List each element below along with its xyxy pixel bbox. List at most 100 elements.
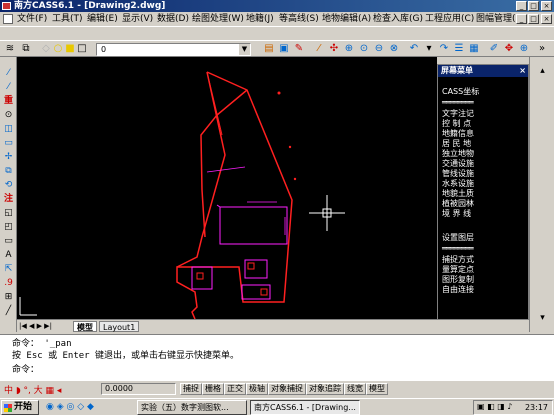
zoom-previous-icon[interactable]: ⊖: [373, 43, 385, 55]
screen-menu-item[interactable]: 管线设施: [442, 169, 474, 179]
screen-menu-item[interactable]: 境 界 线: [442, 209, 471, 219]
menu-engineering[interactable]: 工程应用(C): [425, 13, 474, 25]
layer-manager-icon[interactable]: ≋: [4, 43, 16, 55]
duplicate-icon[interactable]: 重: [2, 95, 15, 107]
circle-icon[interactable]: ⊙: [2, 109, 15, 121]
menu-contour[interactable]: 等高线(S): [279, 13, 319, 25]
taskbar-task-active[interactable]: 南方CASS6.1 - [Drawing...: [250, 400, 360, 415]
screen-menu-item[interactable]: 量算定点: [442, 265, 474, 275]
zoom-window-icon[interactable]: ⊙: [358, 43, 370, 55]
doc-close-button[interactable]: ×: [541, 14, 552, 24]
maximize-button[interactable]: □: [528, 1, 539, 11]
close-icon[interactable]: ×: [519, 65, 526, 77]
screen-menu-item[interactable]: 居 民 地: [442, 139, 471, 149]
screen-menu-item[interactable]: 地籍信息: [442, 129, 474, 139]
menu-view[interactable]: 显示(V): [122, 13, 153, 25]
sun-icon[interactable]: ○: [52, 43, 64, 55]
line-icon[interactable]: ⁄: [2, 67, 15, 79]
document-icon[interactable]: [3, 14, 13, 24]
screen-menu-item[interactable]: 自由连接: [442, 285, 474, 295]
pan-icon[interactable]: ✥: [503, 43, 515, 55]
close-button[interactable]: ×: [541, 1, 552, 11]
tab-scroll-arrows[interactable]: |◀ ◀ ▶ ▶|: [19, 322, 52, 330]
polyline-icon[interactable]: ⁄: [2, 81, 15, 93]
offset-icon[interactable]: ◱: [2, 207, 15, 219]
redo-icon[interactable]: ↷: [438, 43, 450, 55]
mirror-icon[interactable]: ⟲: [2, 179, 15, 191]
paste-icon[interactable]: ✣: [328, 43, 340, 55]
osnap-toggle[interactable]: 对象捕捉: [268, 383, 306, 395]
screen-menu-item[interactable]: 植被园林: [442, 199, 474, 209]
minimize-button[interactable]: _: [516, 1, 527, 11]
bulb-icon[interactable]: ◇: [40, 43, 52, 55]
menu-cadastre[interactable]: 地籍(J): [246, 13, 274, 25]
menu-edit[interactable]: 编辑(E): [87, 13, 118, 25]
lock-icon[interactable]: ■: [64, 43, 76, 55]
quick-launch-icons[interactable]: ◉ ◈ ◎ ◇ ◆: [46, 402, 94, 412]
polar-toggle[interactable]: 极轴: [246, 383, 268, 395]
ime-toolbar[interactable]: 中 ◗ °, 大 ▦ ◂: [4, 383, 61, 396]
stretch-icon[interactable]: ⇱: [2, 263, 15, 275]
grid-toggle[interactable]: 栅格: [202, 383, 224, 395]
menu-data[interactable]: 数据(D): [157, 13, 189, 25]
scroll-up-icon[interactable]: ▴: [536, 65, 549, 77]
zoom-icon[interactable]: ⊕: [518, 43, 530, 55]
zoom-extents-icon[interactable]: ⊗: [388, 43, 400, 55]
trim-icon[interactable]: ╱: [2, 305, 15, 317]
model-toggle[interactable]: 模型: [366, 383, 388, 395]
copy-icon[interactable]: ⧉: [2, 165, 15, 177]
pencil-icon[interactable]: ✐: [488, 43, 500, 55]
screen-menu-item[interactable]: 地貌土质: [442, 189, 474, 199]
doc-minimize-button[interactable]: _: [516, 14, 527, 24]
open-folder-icon[interactable]: ▤: [263, 43, 275, 55]
chevron-down-icon[interactable]: ▾: [423, 43, 435, 55]
screen-menu-item[interactable]: 交通设施: [442, 159, 474, 169]
grid-icon[interactable]: ▦: [468, 43, 480, 55]
lineweight-toggle[interactable]: 线宽: [344, 383, 366, 395]
toolbar-more-icon[interactable]: »: [536, 43, 548, 55]
command-window[interactable]: 命令： '_pan 按 Esc 或 Enter 键退出，或单击右键显示快捷菜单。…: [0, 334, 554, 380]
move-icon[interactable]: ✢: [2, 151, 15, 163]
annotate-icon[interactable]: 注: [2, 193, 15, 205]
save-icon[interactable]: ▣: [278, 43, 290, 55]
snap-toggle[interactable]: 捕捉: [180, 383, 202, 395]
menu-check[interactable]: 检查入库(G): [373, 13, 423, 25]
screen-menu-item[interactable]: 图形复制: [442, 275, 474, 285]
screen-menu-item[interactable]: 文字注记: [442, 109, 474, 119]
print-icon[interactable]: ✎: [293, 43, 305, 55]
screen-menu-item[interactable]: CASS坐标: [442, 87, 479, 97]
menu-file[interactable]: 文件(F): [17, 13, 47, 25]
text-icon[interactable]: A: [2, 249, 15, 261]
ortho-toggle[interactable]: 正交: [224, 383, 246, 395]
layer-select[interactable]: 0 ▼: [96, 43, 251, 56]
screen-menu-item[interactable]: 捕捉方式: [442, 255, 474, 265]
command-prompt[interactable]: 命令：: [12, 365, 39, 376]
otrack-toggle[interactable]: 对象追踪: [306, 383, 344, 395]
start-button[interactable]: 开始: [1, 400, 39, 415]
properties-icon[interactable]: ☰: [453, 43, 465, 55]
drawing-canvas[interactable]: [17, 57, 437, 319]
point-icon[interactable]: .9: [2, 277, 15, 289]
rectangle-icon[interactable]: ▭: [2, 137, 15, 149]
menu-feature-edit[interactable]: 地物编辑(A): [322, 13, 371, 25]
tray-icons[interactable]: ▣ ◧ ◨ ♪: [477, 402, 512, 411]
undo-icon[interactable]: ↶: [408, 43, 420, 55]
color-square-icon[interactable]: □: [76, 43, 88, 55]
tab-model[interactable]: 模型: [73, 321, 97, 332]
block-icon[interactable]: ▭: [2, 235, 15, 247]
screen-menu-item[interactable]: 独立地物: [442, 149, 474, 159]
chevron-down-icon[interactable]: ▼: [239, 44, 250, 55]
layer-previous-icon[interactable]: ⧉: [20, 43, 32, 55]
tab-layout1[interactable]: Layout1: [99, 321, 140, 332]
menu-drawing[interactable]: 绘图处理(W): [192, 13, 244, 25]
taskbar-task[interactable]: 实验（五）数字测图软...: [137, 400, 247, 415]
match-prop-icon[interactable]: ⁄: [313, 43, 325, 55]
scroll-down-icon[interactable]: ▾: [536, 312, 549, 324]
screen-menu-item[interactable]: 水系设施: [442, 179, 474, 189]
app-icon[interactable]: [2, 2, 11, 10]
screen-menu-item[interactable]: 控 制 点: [442, 119, 471, 129]
menu-tools[interactable]: 工具(T): [52, 13, 83, 25]
doc-restore-button[interactable]: □: [528, 14, 539, 24]
arc-icon[interactable]: ◫: [2, 123, 15, 135]
hatch-icon[interactable]: ◰: [2, 221, 15, 233]
